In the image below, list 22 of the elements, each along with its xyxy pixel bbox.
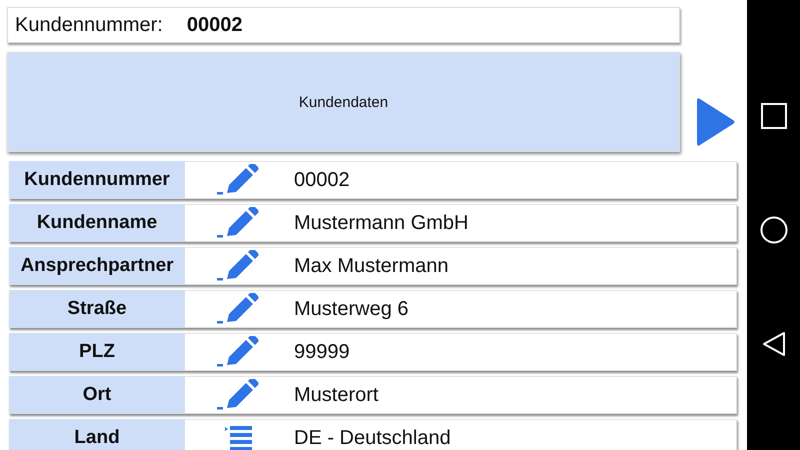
- field-label: Land: [9, 419, 185, 450]
- field-value: Musterweg 6: [294, 298, 408, 320]
- field-label: Kundenname: [9, 204, 185, 242]
- back-icon[interactable]: [762, 330, 786, 357]
- header-label: Kundennummer:: [15, 14, 163, 36]
- field-label: Straße: [9, 290, 185, 328]
- recents-icon[interactable]: [760, 103, 786, 130]
- header-value: 00002: [186, 14, 242, 36]
- field-value: Musterort: [294, 384, 378, 406]
- field-label: PLZ: [9, 333, 185, 371]
- field-value: Max Mustermann: [294, 254, 448, 278]
- field-value: 00002: [294, 168, 350, 192]
- home-icon[interactable]: [760, 216, 788, 244]
- field-value: Mustermann GmbH: [294, 212, 468, 234]
- field-value: 99999: [294, 340, 350, 364]
- field-label: Ansprechpartner: [9, 247, 185, 285]
- section-button[interactable]: Kundendaten: [7, 52, 680, 152]
- next-arrow-icon[interactable]: [696, 96, 736, 148]
- field-label: Kundennummer: [9, 161, 185, 199]
- field-value: DE - Deutschland: [294, 426, 451, 450]
- list-icon[interactable]: [224, 426, 254, 450]
- field-label: Ort: [9, 376, 185, 414]
